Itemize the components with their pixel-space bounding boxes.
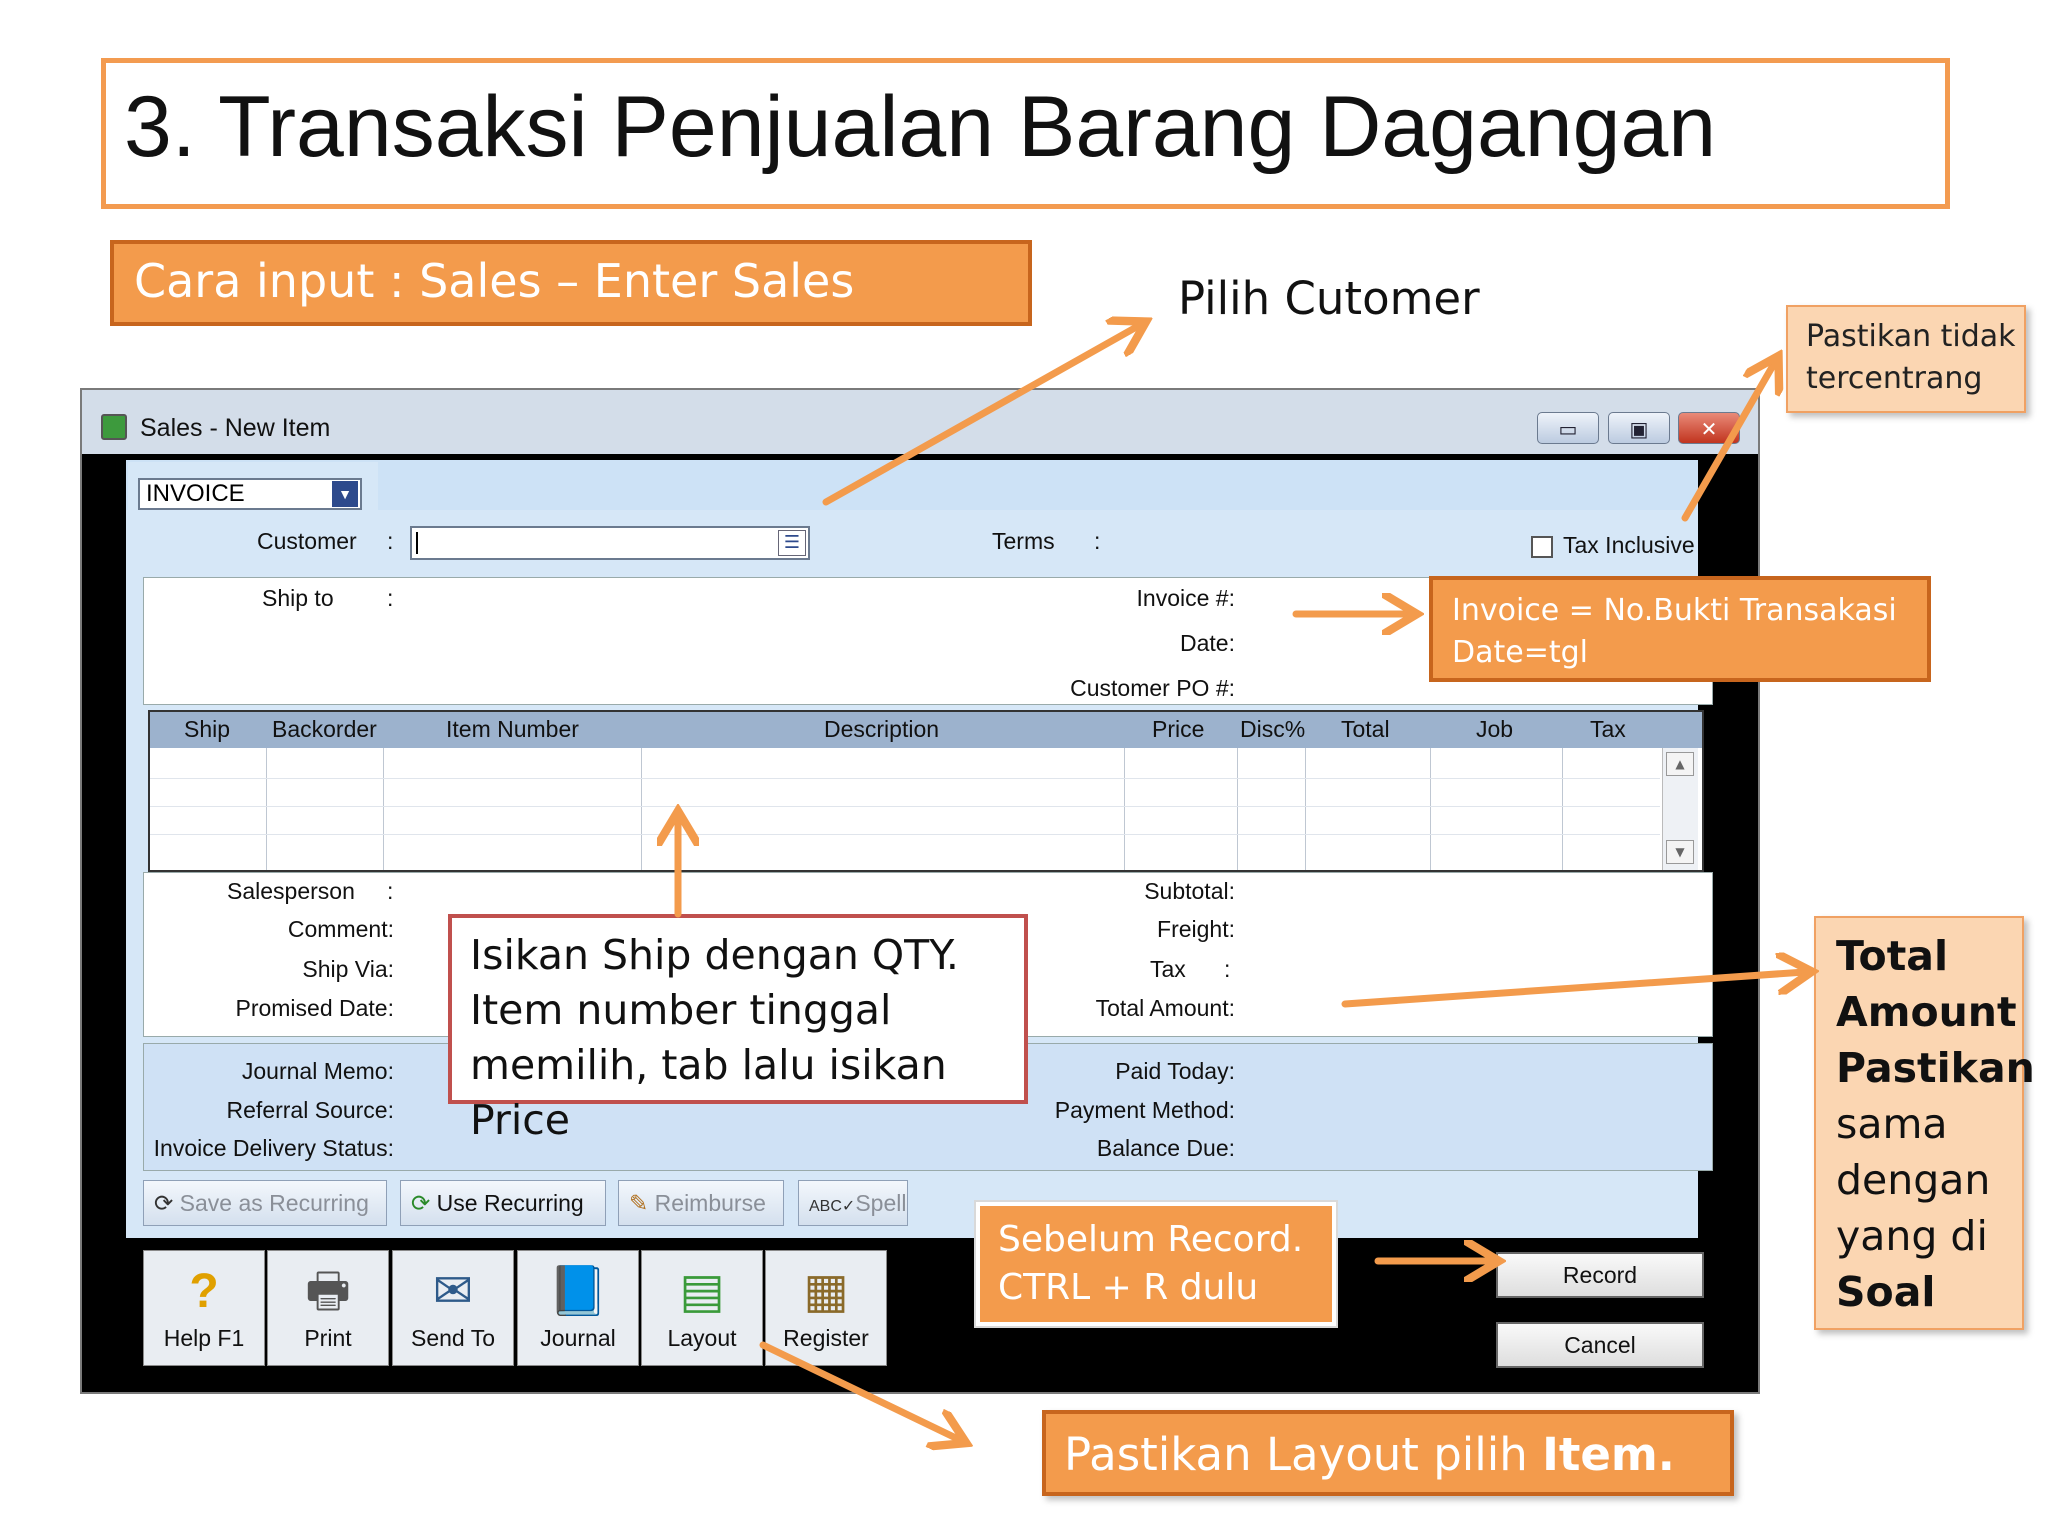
arrow-to-tax-inclusive [1681,362,1775,522]
annotation-arrows [0,0,2048,1536]
arrow-to-pilih-customer [822,325,1140,506]
arrow-to-layout-note [759,1341,960,1440]
arrow-to-total-note [1341,972,1805,1008]
